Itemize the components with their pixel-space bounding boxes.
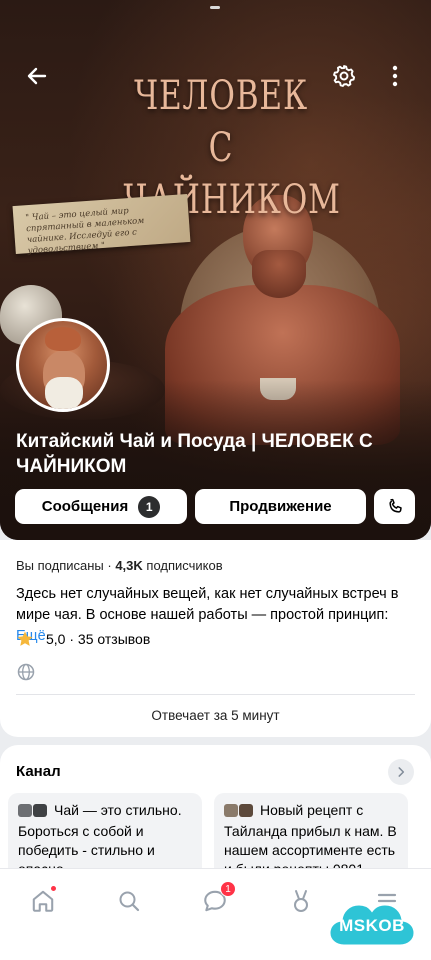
phone-icon	[388, 498, 402, 513]
reviews-count: 35 отзывов	[77, 631, 151, 647]
star-icon	[17, 631, 33, 646]
messenger-badge: 1	[220, 881, 236, 897]
more-options-button[interactable]	[380, 61, 410, 91]
back-button[interactable]	[22, 61, 52, 91]
cover-title-line-1: ЧЕЛОВЕК	[134, 73, 308, 119]
gear-icon	[333, 65, 356, 87]
search-icon	[119, 891, 140, 912]
channel-post[interactable]: Чай — это стильно. Бороться с собой и по…	[8, 793, 202, 880]
messages-label: Сообщения	[41, 498, 129, 515]
nav-clips[interactable]	[279, 879, 323, 923]
avatar-beard	[45, 377, 83, 409]
post-thumbnails	[224, 803, 254, 822]
description-text: Здесь нет случайных вещей, как нет случа…	[16, 586, 399, 623]
avatar-teapot	[45, 327, 81, 351]
subscribers-label: подписчиков	[146, 558, 223, 573]
call-button[interactable]	[374, 489, 415, 524]
post-thumbnail	[239, 804, 253, 817]
promotion-button[interactable]: Продвижение	[195, 489, 366, 524]
cover-statue-beard	[252, 250, 306, 298]
post-thumbnail	[18, 804, 32, 817]
globe-icon	[17, 663, 35, 681]
community-cover: ЧЕЛОВЕК С ЧАЙНИКОМ " Чай – это целый мир…	[0, 0, 431, 540]
cover-quote: " Чай – это целый мир спрятанный в мален…	[12, 193, 191, 256]
community-info-card: Вы подписаны · 4,3K подписчиков Здесь не…	[0, 540, 431, 737]
divider	[16, 694, 415, 695]
reply-time: Отвечает за 5 минут	[151, 708, 280, 723]
more-vertical-icon	[392, 65, 398, 87]
channel-section: Канал Чай — это стильно. Бороться с собо…	[0, 745, 431, 880]
subscribers-count: 4,3K	[115, 558, 143, 573]
settings-button[interactable]	[329, 61, 359, 91]
clips-icon	[294, 890, 308, 912]
notification-dot	[50, 885, 57, 892]
messages-button[interactable]: Сообщения 1	[15, 489, 187, 524]
nav-home[interactable]	[21, 879, 65, 923]
post-thumbnail	[33, 804, 47, 817]
subscription-line[interactable]: Вы подписаны · 4,3K подписчиков	[16, 558, 223, 573]
channel-post[interactable]: Новый рецепт с Тайланда прибыл к нам. В …	[214, 793, 408, 880]
chevron-right-icon	[398, 767, 405, 777]
arrow-left-icon	[27, 67, 47, 85]
nav-messenger[interactable]: 1	[193, 879, 237, 923]
watermark-text: MSKOB	[339, 916, 405, 935]
nav-search[interactable]	[107, 879, 151, 923]
watermark-logo: MSKOB	[322, 892, 422, 954]
status-indicator	[210, 6, 220, 9]
website-link[interactable]	[16, 662, 36, 682]
rating-value: 5,0	[46, 631, 66, 647]
channel-title: Канал	[16, 763, 61, 780]
messages-count-badge: 1	[138, 495, 161, 518]
post-thumbnails	[18, 803, 48, 822]
community-name: Китайский Чай и Посуда | ЧЕЛОВЕК С ЧАЙНИ…	[16, 431, 373, 477]
community-avatar[interactable]	[16, 318, 110, 412]
subscribed-status: Вы подписаны	[16, 558, 104, 573]
post-thumbnail	[224, 804, 238, 817]
channel-open-button[interactable]	[388, 759, 414, 785]
rating-row[interactable]: 5,0 · 35 отзывов	[16, 628, 150, 650]
